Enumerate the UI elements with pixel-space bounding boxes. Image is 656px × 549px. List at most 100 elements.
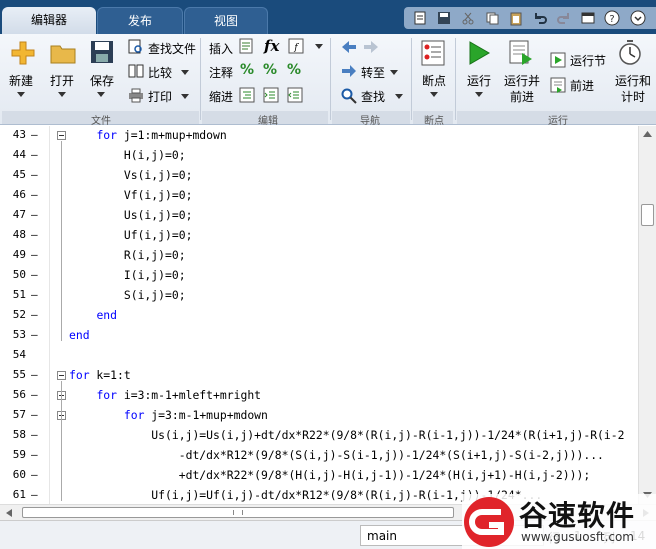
increase-indent-icon[interactable] xyxy=(263,87,279,103)
code-line[interactable]: for j=3:m-1+mup+mdown xyxy=(69,408,268,422)
code-line[interactable]: H(i,j)=0; xyxy=(69,148,186,162)
print-button[interactable]: 打印 xyxy=(148,88,172,105)
tab-editor[interactable]: 编辑器 xyxy=(2,7,96,34)
run-and-time-icon[interactable] xyxy=(618,39,644,67)
code-line[interactable]: end xyxy=(69,328,90,342)
chevron-down-icon[interactable] xyxy=(181,94,189,99)
paste-icon[interactable] xyxy=(508,10,524,26)
advance-icon[interactable] xyxy=(550,77,566,93)
fold-toggle[interactable] xyxy=(57,131,66,140)
insert-function-icon[interactable]: f xyxy=(288,38,304,54)
breakpoint-marker[interactable]: – xyxy=(31,288,38,301)
breakpoint-marker[interactable]: – xyxy=(31,268,38,281)
chevron-down-icon[interactable] xyxy=(315,44,323,49)
chevron-down-icon[interactable] xyxy=(430,92,438,97)
cut-icon[interactable] xyxy=(460,10,476,26)
code-line[interactable]: for i=3:m-1+mleft+mright xyxy=(69,388,261,402)
breakpoint-marker[interactable]: – xyxy=(31,448,38,461)
run-and-advance-button-line2[interactable]: 前进 xyxy=(510,88,534,105)
search-icon[interactable] xyxy=(341,88,357,104)
breakpoint-marker[interactable]: – xyxy=(31,368,38,381)
breakpoint-marker[interactable]: – xyxy=(31,328,38,341)
code-line[interactable]: -dt/dx*R12*(9/8*(S(i,j)-S(i-1,j))-1/24*(… xyxy=(69,448,604,462)
chevron-down-icon[interactable] xyxy=(17,92,25,97)
run-button[interactable]: 运行 xyxy=(467,72,491,89)
code-line[interactable]: S(i,j)=0; xyxy=(69,288,186,302)
undo-icon[interactable] xyxy=(532,10,548,26)
breakpoints-icon[interactable] xyxy=(421,40,445,66)
breakpoint-marker[interactable]: – xyxy=(31,128,38,141)
find-files-button[interactable]: 查找文件 xyxy=(148,40,196,57)
new-file-icon[interactable] xyxy=(412,10,428,26)
code-line[interactable]: Uf(i,j)=0; xyxy=(69,228,193,242)
new-plus-icon[interactable] xyxy=(10,40,36,66)
breakpoint-marker[interactable]: – xyxy=(31,428,38,441)
compare-button[interactable]: 比较 xyxy=(148,64,172,81)
code-line[interactable]: Us(i,j)=Us(i,j)+dt/dx*R22*(9/8*(R(i,j)-R… xyxy=(69,428,624,442)
breakpoint-marker[interactable]: – xyxy=(31,168,38,181)
goto-icon[interactable] xyxy=(341,64,357,78)
open-button[interactable]: 打开 xyxy=(50,72,74,89)
breakpoint-marker[interactable]: – xyxy=(31,208,38,221)
run-section-icon[interactable] xyxy=(550,52,566,68)
insert-section-icon[interactable] xyxy=(239,38,255,54)
breakpoint-marker[interactable]: – xyxy=(31,188,38,201)
back-arrow-icon[interactable] xyxy=(341,40,357,54)
chevron-down-icon[interactable] xyxy=(58,92,66,97)
run-and-time-button-line2[interactable]: 计时 xyxy=(621,88,645,105)
code-line[interactable]: for j=1:m+mup+mdown xyxy=(69,128,226,142)
goto-button[interactable]: 转至 xyxy=(361,64,385,81)
save-button[interactable]: 保存 xyxy=(90,72,114,89)
code-editor[interactable]: 43– for j=1:m+mup+mdown 44– H(i,j)=0; 45– … xyxy=(0,126,638,504)
chevron-down-icon[interactable] xyxy=(97,92,105,97)
chevron-down-icon[interactable] xyxy=(475,92,483,97)
decrease-indent-icon[interactable] xyxy=(287,87,303,103)
switch-windows-icon[interactable] xyxy=(580,10,596,26)
vertical-scroll-thumb[interactable] xyxy=(641,204,654,226)
print-icon[interactable] xyxy=(128,87,144,103)
code-line[interactable]: Us(i,j)=0; xyxy=(69,208,193,222)
code-line[interactable]: Vf(i,j)=0; xyxy=(69,188,193,202)
fold-toggle[interactable] xyxy=(57,371,66,380)
forward-arrow-icon[interactable] xyxy=(363,40,379,54)
insert-function-button[interactable]: fx xyxy=(264,37,279,55)
chevron-down-icon[interactable] xyxy=(181,70,189,75)
breakpoint-marker[interactable]: – xyxy=(31,248,38,261)
code-line[interactable]: I(i,j)=0; xyxy=(69,268,186,282)
chevron-down-icon[interactable] xyxy=(630,10,646,26)
find-files-icon[interactable] xyxy=(128,39,144,55)
run-and-advance-button-line1[interactable]: 运行并 xyxy=(504,72,540,89)
save-icon[interactable] xyxy=(436,10,452,26)
breakpoints-button[interactable]: 断点 xyxy=(422,72,446,89)
comment-icon[interactable]: % xyxy=(240,62,254,78)
breakpoint-marker[interactable]: – xyxy=(31,388,38,401)
code-line[interactable]: end xyxy=(69,308,117,322)
scroll-up-icon[interactable] xyxy=(642,129,653,138)
new-button[interactable]: 新建 xyxy=(9,72,33,89)
scroll-left-icon[interactable] xyxy=(5,508,13,518)
breakpoint-marker[interactable]: – xyxy=(31,408,38,421)
code-line[interactable]: +dt/dx*R22*(9/8*(H(i,j)-H(i,j-1))-1/24*(… xyxy=(69,468,590,482)
smart-indent-icon[interactable] xyxy=(239,87,255,103)
code-line[interactable]: R(i,j)=0; xyxy=(69,248,186,262)
breakpoint-marker[interactable]: – xyxy=(31,468,38,481)
wrap-comment-icon[interactable]: % xyxy=(287,62,301,78)
tab-view[interactable]: 视图 xyxy=(184,7,268,34)
breakpoint-marker[interactable]: – xyxy=(31,228,38,241)
breakpoint-marker[interactable]: – xyxy=(31,148,38,161)
open-folder-icon[interactable] xyxy=(50,42,76,64)
compare-icon[interactable] xyxy=(128,63,144,79)
breakpoint-marker[interactable]: – xyxy=(31,308,38,321)
advance-button[interactable]: 前进 xyxy=(570,77,594,94)
run-and-advance-icon[interactable] xyxy=(508,39,534,67)
run-icon[interactable] xyxy=(467,40,491,66)
uncomment-icon[interactable]: % xyxy=(263,62,277,78)
help-icon[interactable]: ? xyxy=(604,10,620,26)
code-line[interactable]: Vs(i,j)=0; xyxy=(69,168,193,182)
chevron-down-icon[interactable] xyxy=(395,94,403,99)
breakpoint-marker[interactable]: – xyxy=(31,488,38,501)
tab-publish[interactable]: 发布 xyxy=(97,7,183,34)
redo-icon[interactable] xyxy=(556,10,572,26)
find-button[interactable]: 查找 xyxy=(361,88,385,105)
save-disk-icon[interactable] xyxy=(90,40,114,64)
